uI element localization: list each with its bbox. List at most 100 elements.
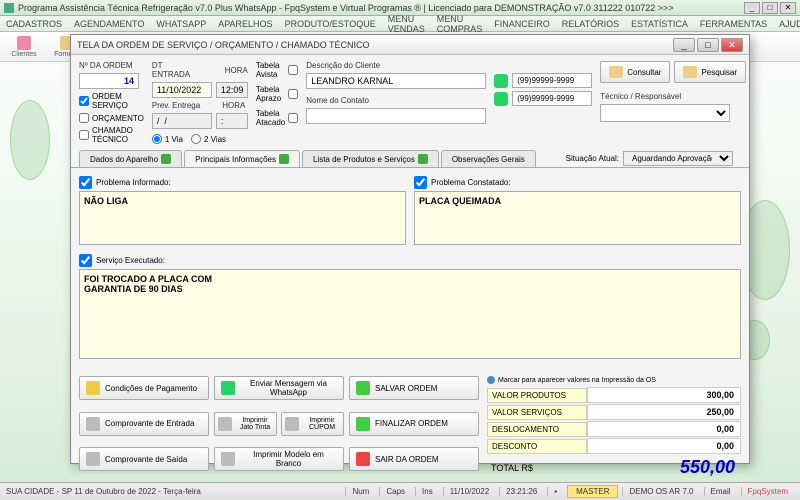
- radio-icon: [487, 376, 495, 384]
- printer-icon: [86, 417, 100, 431]
- menu-financeiro[interactable]: FINANCEIRO: [494, 19, 550, 29]
- coins-icon: [86, 381, 100, 395]
- prob-informado-text[interactable]: NÃO LIGA: [79, 191, 406, 245]
- servicos-value: 250,00: [587, 404, 741, 420]
- condicoes-button[interactable]: Condições de Pagamento: [79, 376, 209, 400]
- tabela-avista-check[interactable]: Tabela Avista: [256, 61, 298, 79]
- servico-label: Serviço Executado:: [96, 256, 165, 265]
- jato-tinta-button[interactable]: Imprimir Jato Tinta: [214, 412, 277, 436]
- prob-informado-check[interactable]: [79, 176, 92, 189]
- modal-minimize[interactable]: _: [673, 38, 695, 52]
- marcar-check[interactable]: Marcar para aparecer valores na Impressã…: [487, 376, 741, 384]
- comp-saida-button[interactable]: Comprovante de Saída: [79, 447, 209, 471]
- app-title: Programa Assistência Técnica Refrigeraçã…: [18, 3, 744, 13]
- whatsapp-icon[interactable]: [494, 74, 508, 88]
- menu-relatorios[interactable]: RELATÓRIOS: [562, 19, 619, 29]
- arrow-icon: [418, 154, 428, 164]
- status-time: 23:21:26: [499, 487, 543, 496]
- situacao-select[interactable]: Aguardando Aprovação: [623, 151, 733, 166]
- type-chamado-check[interactable]: CHAMADO TÉCNICO: [79, 126, 144, 144]
- finalizar-button[interactable]: FINALIZAR ORDEM: [349, 412, 479, 436]
- printer-icon: [285, 417, 299, 431]
- prob-constatado-text[interactable]: PLACA QUEIMADA: [414, 191, 741, 245]
- menu-ferramentas[interactable]: FERRAMENTAS: [700, 19, 767, 29]
- menubar: CADASTROS AGENDAMENTO WHATSAPP APARELHOS…: [0, 16, 800, 32]
- tecnico-label: Técnico / Responsável: [600, 92, 746, 101]
- menu-estatistica[interactable]: ESTATÍSTICA: [631, 19, 688, 29]
- desconto-value: 0,00: [587, 438, 741, 454]
- menu-vendas[interactable]: MENU VENDAS: [388, 14, 425, 34]
- nome-contato-input[interactable]: [306, 108, 486, 124]
- phone1-input[interactable]: [512, 73, 592, 88]
- prob-constatado-check[interactable]: [414, 176, 427, 189]
- clientes-icon: [17, 36, 31, 50]
- servico-check[interactable]: [79, 254, 92, 267]
- maximize-button[interactable]: □: [762, 2, 778, 14]
- type-orc-check[interactable]: ORÇAMENTO: [79, 113, 144, 123]
- printer-icon: [218, 417, 232, 431]
- status-num: Num: [345, 487, 375, 496]
- via1-radio[interactable]: 1 Via: [152, 134, 183, 144]
- salvar-button[interactable]: SALVAR ORDEM: [349, 376, 479, 400]
- status-master: MASTER: [567, 485, 618, 498]
- modal-maximize[interactable]: □: [697, 38, 719, 52]
- tab-observacoes[interactable]: Observações Gerais: [441, 150, 536, 167]
- deslocamento-value: 0,00: [587, 421, 741, 437]
- cupom-button[interactable]: Imprimir CUPOM: [281, 412, 344, 436]
- tecnico-select[interactable]: [600, 104, 730, 122]
- pesquisar-button[interactable]: Pesquisar: [674, 61, 746, 83]
- produtos-label: VALOR PRODUTOS: [487, 388, 587, 403]
- desc-cliente-input[interactable]: [306, 73, 486, 89]
- tool-clientes[interactable]: Clientes: [4, 34, 44, 60]
- menu-agendamento[interactable]: AGENDAMENTO: [74, 19, 144, 29]
- status-email: Email: [704, 487, 737, 496]
- order-num-label: Nº DA ORDEM: [79, 61, 144, 70]
- phone2-input[interactable]: [512, 91, 592, 106]
- sair-button[interactable]: SAIR DA ORDEM: [349, 447, 479, 471]
- modal-title: TELA DA ORDEM DE SERVIÇO / ORÇAMENTO / C…: [77, 40, 673, 50]
- search-icon: [683, 66, 697, 78]
- consultar-button[interactable]: Consultar: [600, 61, 670, 83]
- order-num-input[interactable]: [79, 73, 139, 89]
- desc-cliente-label: Descrição do Cliente: [306, 61, 486, 70]
- tabs: Dados do Aparelho Principais Informações…: [71, 150, 749, 168]
- menu-aparelhos[interactable]: APARELHOS: [218, 19, 272, 29]
- produtos-value: 300,00: [587, 387, 741, 403]
- status-ins: Ins: [415, 487, 439, 496]
- via2-radio[interactable]: 2 Vias: [191, 134, 226, 144]
- comp-entrada-button[interactable]: Comprovante de Entrada: [79, 412, 209, 436]
- nome-contato-label: Nome do Contato: [306, 96, 486, 105]
- modal-close[interactable]: ✕: [721, 38, 743, 52]
- modelo-branco-button[interactable]: Imprimir Modelo em Branco: [214, 447, 344, 471]
- servicos-label: VALOR SERVIÇOS: [487, 405, 587, 420]
- statusbar: SUA CIDADE - SP 11 de Outubro de 2022 - …: [0, 482, 800, 500]
- binoculars-icon: [609, 66, 623, 78]
- tabela-atacado-check[interactable]: Tabela Atacado: [256, 109, 298, 127]
- whatsapp-icon[interactable]: [494, 92, 508, 106]
- servico-text[interactable]: FOI TROCADO A PLACA COM GARANTIA DE 90 D…: [79, 269, 741, 359]
- status-fpq: FpqSystem: [741, 487, 794, 496]
- tab-dados-aparelho[interactable]: Dados do Aparelho: [79, 150, 182, 167]
- close-button[interactable]: ✕: [780, 2, 796, 14]
- tabela-aprazo-check[interactable]: Tabela Aprazo: [256, 85, 298, 103]
- menu-produto[interactable]: PRODUTO/ESTOQUE: [285, 19, 376, 29]
- minimize-button[interactable]: _: [744, 2, 760, 14]
- whatsapp-button[interactable]: Enviar Mensagem via WhatsApp: [214, 376, 344, 400]
- whatsapp-icon: [221, 381, 235, 395]
- dt-entrada-input[interactable]: [152, 82, 212, 98]
- prob-informado-label: Problema Informado:: [96, 178, 171, 187]
- menu-ajuda[interactable]: AJUDA: [779, 19, 800, 29]
- dt-entrada-label: DT ENTRADA: [152, 61, 197, 79]
- menu-compras[interactable]: MENU COMPRAS: [437, 14, 483, 34]
- total-value: 550,00: [587, 457, 741, 478]
- exit-icon: [356, 452, 370, 466]
- prev-date-input[interactable]: [152, 113, 212, 129]
- menu-whatsapp[interactable]: WHATSAPP: [156, 19, 206, 29]
- type-os-check[interactable]: ORDEM SERVIÇO: [79, 92, 144, 110]
- tab-principais-info[interactable]: Principais Informações: [184, 150, 300, 167]
- tab-produtos-servicos[interactable]: Lista de Produtos e Serviços: [302, 150, 439, 167]
- menu-cadastros[interactable]: CADASTROS: [6, 19, 62, 29]
- prev-time-input[interactable]: [216, 113, 248, 129]
- hora-input[interactable]: [216, 82, 248, 98]
- status-square: ▪: [547, 487, 563, 496]
